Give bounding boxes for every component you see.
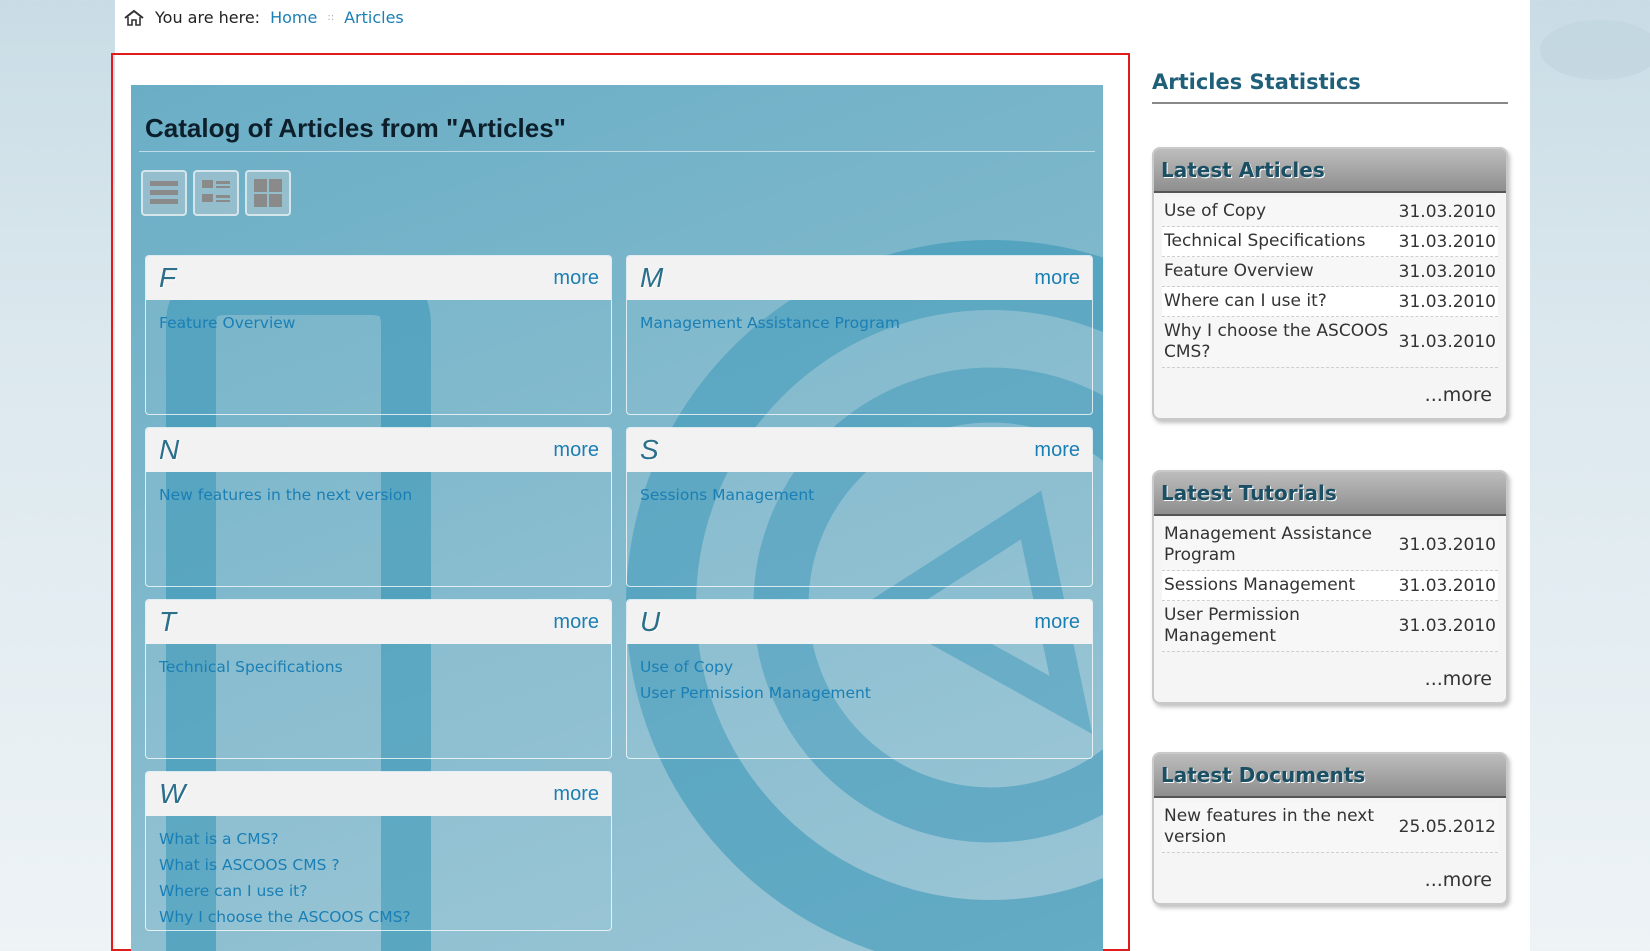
item-title[interactable]: Use of Copy [1162, 197, 1397, 226]
list-view-icon[interactable] [141, 170, 187, 216]
article-link[interactable]: What is a CMS? [159, 826, 598, 852]
list-item[interactable]: Use of Copy 31.03.2010 [1162, 197, 1498, 227]
letter-group-t: Tmore Technical Specifications [145, 599, 612, 759]
home-icon [123, 9, 145, 27]
group-letter: N [159, 434, 180, 465]
item-title[interactable]: User Permission Management [1162, 601, 1397, 651]
background-decoration [1540, 20, 1650, 80]
item-date: 31.03.2010 [1398, 332, 1496, 352]
box-title: Latest Articles [1154, 149, 1506, 193]
letter-group-f: Fmore Feature Overview [145, 255, 612, 415]
item-date: 31.03.2010 [1398, 616, 1496, 636]
breadcrumb-home-link[interactable]: Home [270, 8, 317, 27]
latest-articles-box: Latest Articles Use of Copy 31.03.2010 Te… [1152, 147, 1508, 420]
list-item[interactable]: Feature Overview 31.03.2010 [1162, 257, 1498, 287]
list-item[interactable]: Management Assistance Program 31.03.2010 [1162, 520, 1498, 571]
title-divider [139, 151, 1095, 152]
letter-group-w: Wmore What is a CMS? What is ASCOOS CMS … [145, 771, 612, 931]
item-title[interactable]: Management Assistance Program [1162, 520, 1397, 570]
more-link[interactable]: ...more [1154, 853, 1506, 903]
breadcrumb: You are here: Home :: Articles [123, 8, 404, 27]
item-title[interactable]: Where can I use it? [1162, 287, 1397, 316]
sidebar-title: Articles Statistics [1152, 70, 1508, 104]
box-title: Latest Tutorials [1154, 472, 1506, 516]
grid-view-icon[interactable] [245, 170, 291, 216]
more-link[interactable]: more [1034, 611, 1080, 634]
group-letter: F [159, 262, 177, 293]
more-link[interactable]: more [1034, 267, 1080, 290]
latest-tutorials-box: Latest Tutorials Management Assistance P… [1152, 470, 1508, 704]
more-link[interactable]: more [1034, 439, 1080, 462]
list-item[interactable]: Why I choose the ASCOOS CMS? 31.03.2010 [1162, 317, 1498, 368]
catalog-panel: Catalog of Articles from "Articles" Fmor… [131, 85, 1103, 951]
list-item[interactable]: User Permission Management 31.03.2010 [1162, 601, 1498, 652]
item-date: 31.03.2010 [1398, 201, 1496, 222]
box-title: Latest Documents [1154, 754, 1506, 798]
more-link[interactable]: more [553, 783, 599, 806]
article-link[interactable]: Use of Copy [640, 654, 1079, 680]
view-switcher [141, 170, 291, 216]
list-item[interactable]: Technical Specifications 31.03.2010 [1162, 227, 1498, 257]
more-link[interactable]: more [553, 267, 599, 290]
latest-documents-box: Latest Documents New features in the nex… [1152, 752, 1508, 905]
group-letter: W [159, 778, 186, 809]
breadcrumb-separator: :: [327, 12, 335, 23]
group-letter: T [159, 606, 177, 637]
list-item[interactable]: Where can I use it? 31.03.2010 [1162, 287, 1498, 317]
item-date: 31.03.2010 [1398, 291, 1496, 312]
item-title[interactable]: Feature Overview [1162, 257, 1397, 286]
letter-group-u: Umore Use of Copy User Permission Manage… [626, 599, 1093, 759]
item-date: 31.03.2010 [1398, 231, 1496, 252]
more-link[interactable]: more [553, 439, 599, 462]
catalog-title: Catalog of Articles from "Articles" [145, 113, 567, 143]
letter-group-s: Smore Sessions Management [626, 427, 1093, 587]
item-date: 31.03.2010 [1398, 261, 1496, 282]
more-link[interactable]: more [553, 611, 599, 634]
detail-view-icon[interactable] [193, 170, 239, 216]
letter-group-m: Mmore Management Assistance Program [626, 255, 1093, 415]
item-date: 25.05.2012 [1398, 817, 1496, 837]
item-title[interactable]: Sessions Management [1162, 571, 1397, 600]
group-letter: S [640, 434, 659, 465]
sidebar: Articles Statistics Latest Articles Use … [1152, 70, 1508, 905]
article-link[interactable]: Management Assistance Program [640, 310, 1079, 336]
article-link[interactable]: Why I choose the ASCOOS CMS? [159, 904, 598, 930]
letter-group-n: Nmore New features in the next version [145, 427, 612, 587]
breadcrumb-prefix: You are here: [155, 8, 261, 27]
item-date: 31.03.2010 [1398, 575, 1496, 596]
article-link[interactable]: User Permission Management [640, 680, 1079, 706]
list-item[interactable]: New features in the next version 25.05.20… [1162, 802, 1498, 853]
breadcrumb-articles-link[interactable]: Articles [344, 8, 404, 27]
group-letter: M [640, 262, 664, 293]
more-link[interactable]: ...more [1154, 368, 1506, 418]
item-date: 31.03.2010 [1398, 535, 1496, 555]
item-title[interactable]: Why I choose the ASCOOS CMS? [1162, 317, 1397, 367]
article-link[interactable]: Technical Specifications [159, 654, 598, 680]
list-item[interactable]: Sessions Management 31.03.2010 [1162, 571, 1498, 601]
item-title[interactable]: New features in the next version [1162, 802, 1397, 852]
article-link[interactable]: New features in the next version [159, 482, 598, 508]
article-link[interactable]: Feature Overview [159, 310, 598, 336]
article-link[interactable]: What is ASCOOS CMS ? [159, 852, 598, 878]
group-letter: U [640, 606, 661, 637]
article-link[interactable]: Sessions Management [640, 482, 1079, 508]
item-title[interactable]: Technical Specifications [1162, 227, 1397, 256]
article-link[interactable]: Where can I use it? [159, 878, 598, 904]
more-link[interactable]: ...more [1154, 652, 1506, 702]
